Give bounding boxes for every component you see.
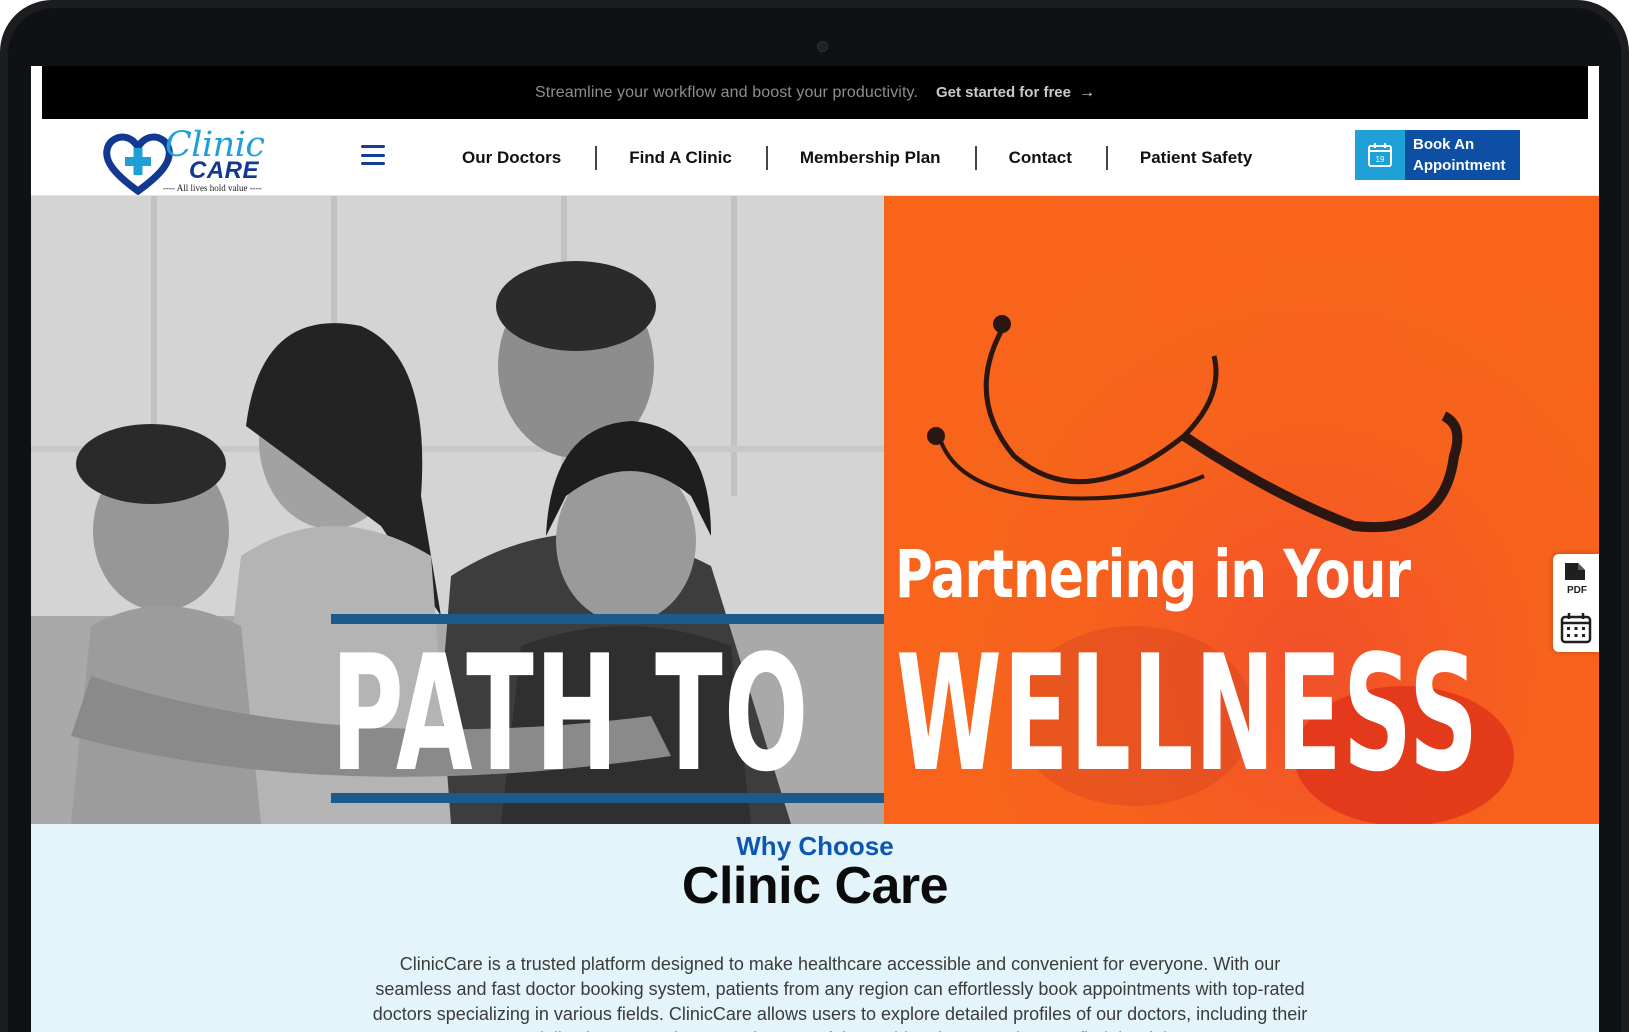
nav-membership-plan[interactable]: Membership Plan	[765, 145, 975, 170]
why-body: ClinicCare is a trusted platform designe…	[372, 954, 1308, 1032]
book-appointment-label: Book An Appointment	[1405, 130, 1513, 180]
main-nav: Our Doctors Find A Clinic Membership Pla…	[428, 119, 1286, 196]
calendar-day: 19	[1376, 155, 1385, 164]
pdf-icon[interactable]: PDF	[1559, 561, 1593, 597]
get-started-link[interactable]: Get started for free →	[936, 84, 1095, 102]
nav-contact[interactable]: Contact	[974, 145, 1106, 170]
hero-heading-left: PATH TO	[331, 620, 810, 807]
pdf-label: PDF	[1567, 585, 1587, 596]
logo[interactable]: Clinic CARE ---- All lives hold value --…	[103, 125, 275, 195]
calendar-grid-icon[interactable]	[1559, 610, 1593, 646]
hero-subheading: Partnering in Your	[895, 536, 1411, 613]
hero-heading-right: WELLNESS	[896, 620, 1480, 807]
announcement-text: Streamline your workflow and boost your …	[535, 83, 918, 101]
logo-tagline: ---- All lives hold value ----	[163, 183, 262, 193]
nav-our-doctors[interactable]: Our Doctors	[428, 148, 595, 168]
site-header: Clinic CARE ---- All lives hold value --…	[31, 119, 1599, 196]
hamburger-icon[interactable]	[361, 145, 385, 165]
book-line-1: Book An	[1413, 136, 1475, 153]
why-title: Clinic Care	[681, 857, 949, 915]
nav-patient-safety[interactable]: Patient Safety	[1105, 145, 1286, 170]
book-appointment-button[interactable]: 19 Book An Appointment	[1355, 130, 1520, 180]
side-toolbar: PDF	[1553, 554, 1599, 652]
arrow-right-icon: →	[1079, 83, 1095, 101]
hero-banner: Partnering in Your PATH TO WELLNESS PDF	[31, 196, 1599, 824]
webcam	[817, 41, 828, 52]
why-choose-section: Why Choose Clinic Care ClinicCare is a t…	[31, 824, 1599, 1032]
announcement-bar: Streamline your workflow and boost your …	[42, 66, 1588, 119]
screen: Streamline your workflow and boost your …	[31, 66, 1599, 1032]
logo-care-text: CARE	[189, 157, 260, 184]
get-started-label: Get started for free	[935, 84, 1071, 101]
nav-find-a-clinic[interactable]: Find A Clinic	[595, 145, 766, 170]
calendar-icon: 19	[1355, 130, 1405, 180]
book-line-2: Appointment	[1413, 157, 1506, 174]
